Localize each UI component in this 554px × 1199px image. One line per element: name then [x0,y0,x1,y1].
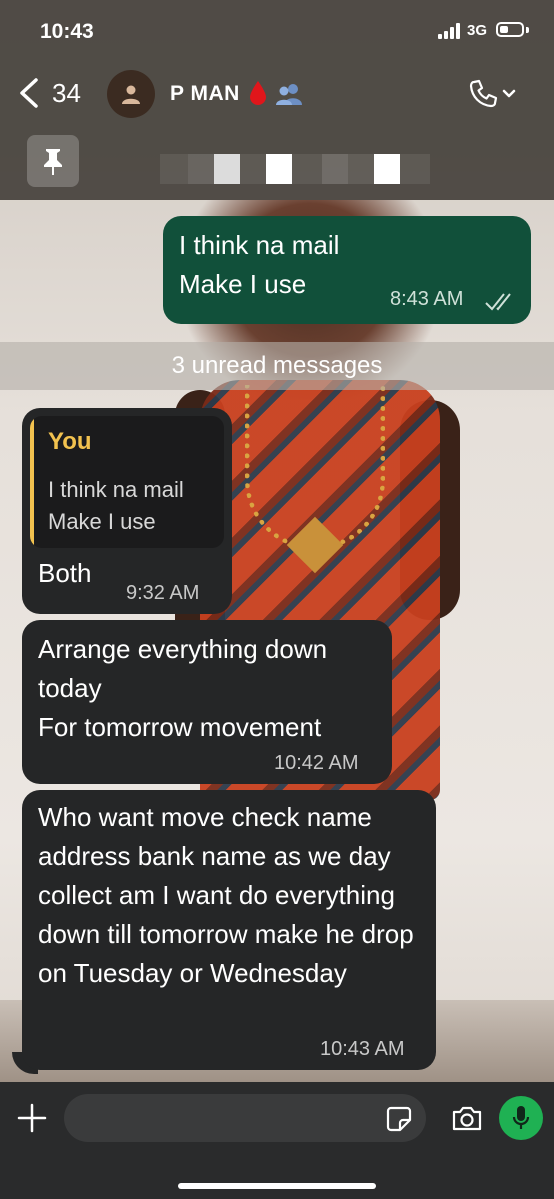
top-bar: 10:43 3G 34 P MAN [0,0,554,200]
message-text: Arrange everything down today For tomorr… [38,634,328,742]
unread-divider-text: 3 unread messages [171,352,383,379]
outgoing-message[interactable]: I think na mail Make I use 8:43 AM [163,216,531,324]
plus-icon[interactable] [16,1102,48,1134]
quote-author: You [48,428,92,455]
unread-divider: 3 unread messages [0,342,554,390]
call-button[interactable] [468,78,520,110]
pin-button[interactable] [27,135,79,187]
status-time: 10:43 [40,20,94,43]
quote-text: I think na mail Make I use [48,477,184,534]
avatar[interactable] [107,70,155,118]
signal-icon [438,23,460,39]
person-icon [122,85,140,104]
incoming-message[interactable]: Who want move check name address bank na… [22,790,436,1070]
message-input[interactable] [64,1094,426,1142]
home-indicator[interactable] [178,1183,376,1189]
battery-icon [496,22,524,37]
message-time: 10:42 AM [274,752,359,774]
message-text: I think na mail Make I use [179,230,340,299]
microphone-button[interactable] [499,1096,543,1140]
quote-accent-bar [30,416,34,548]
sticker-icon[interactable] [386,1106,412,1132]
network-type: 3G [467,22,488,39]
quoted-message[interactable]: You I think na mail Make I use [30,416,224,548]
pin-icon [44,149,62,175]
message-composer [0,1082,554,1199]
blood-drop-icon [250,81,266,105]
double-check-icon [485,293,511,311]
group-icon [276,84,302,105]
back-chevron-icon[interactable] [16,78,42,108]
chevron-down-icon [502,89,516,98]
pinned-message-preview [160,154,430,184]
message-time: 8:43 AM [390,288,464,310]
incoming-message[interactable]: You I think na mail Make I use Both 9:32… [22,408,232,614]
microphone-icon [512,1106,530,1129]
camera-icon[interactable] [451,1104,483,1132]
unread-chats-count[interactable]: 34 [52,78,81,109]
message-time: 10:43 AM [320,1038,405,1060]
chat-header: 34 P MAN [0,60,554,126]
message-text: Both [38,558,92,588]
status-bar: 10:43 3G [0,0,554,60]
message-text: Who want move check name address bank na… [38,802,414,988]
phone-icon [469,79,498,108]
contact-name[interactable]: P MAN [170,82,240,106]
incoming-message[interactable]: Arrange everything down today For tomorr… [22,620,392,784]
pinned-message-bar[interactable] [0,126,554,198]
message-time: 9:32 AM [126,582,200,604]
